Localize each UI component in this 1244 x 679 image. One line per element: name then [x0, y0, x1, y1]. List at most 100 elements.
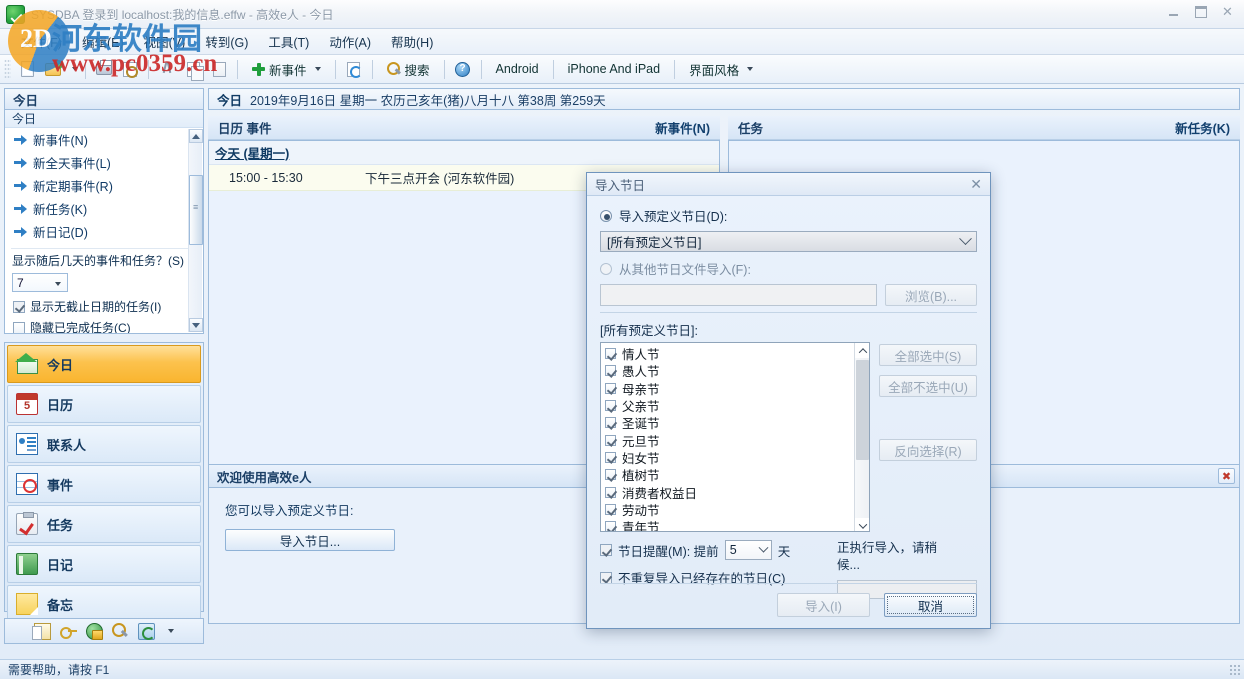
import-button[interactable]: 导入(I) [777, 593, 870, 617]
scroll-down-button[interactable] [855, 518, 870, 532]
print-preview-icon[interactable] [118, 58, 142, 81]
print-icon[interactable] [92, 58, 116, 81]
maximize-button[interactable] [1188, 2, 1213, 22]
reminder-option-row: 节日提醒(M): 提前 5 天 [600, 540, 825, 560]
link-new-task[interactable]: 新任务(K) [5, 197, 203, 220]
skin-button[interactable]: 界面风格 [680, 58, 762, 81]
help-icon[interactable]: ? [451, 58, 475, 81]
close-icon[interactable]: ✕ [970, 176, 982, 193]
link-new-recurring-event[interactable]: 新定期事件(R) [5, 174, 203, 197]
sidebar-item-tasks[interactable]: 任务 [7, 505, 201, 543]
sidebar-item-diary[interactable]: 日记 [7, 545, 201, 583]
link-new-event[interactable]: 新事件(N) [5, 128, 203, 151]
new-event-button[interactable]: 新事件 [243, 58, 330, 81]
close-button[interactable]: ✕ [1215, 2, 1240, 22]
scroll-thumb[interactable] [856, 360, 869, 460]
sidebar-item-contacts[interactable]: 联系人 [7, 425, 201, 463]
link-new-allday-event[interactable]: 新全天事件(L) [5, 151, 203, 174]
cut-icon[interactable] [155, 58, 179, 81]
list-item-label: 青年节 [622, 517, 660, 532]
browse-button[interactable]: 浏览(B)... [885, 284, 977, 306]
file-path-input[interactable] [600, 284, 877, 306]
combo-value: [所有预定义节日] [607, 232, 701, 251]
scroll-thumb[interactable] [189, 175, 203, 245]
android-button[interactable]: Android [487, 58, 548, 81]
checkbox-show-no-due-date[interactable]: 显示无截止日期的任务(I) [5, 296, 203, 317]
days-value: 7 [17, 276, 24, 290]
list-item[interactable]: 圣诞节 [605, 414, 854, 431]
menu-goto[interactable]: 转到(G) [196, 29, 257, 54]
list-item[interactable]: 青年节 [605, 518, 854, 532]
scroll-up-button[interactable] [189, 129, 203, 143]
selection-buttons: 全部选中(S) 全部不选中(U) 反向选择(R) [879, 342, 977, 532]
link-new-diary[interactable]: 新日记(D) [5, 220, 203, 243]
open-dropdown-icon[interactable] [67, 58, 79, 81]
iphone-ipad-button[interactable]: iPhone And iPad [559, 58, 669, 81]
list-item[interactable]: 愚人节 [605, 362, 854, 379]
checkbox-hide-completed[interactable]: 隐藏已完成任务(C) [5, 317, 203, 334]
new-task-link[interactable]: 新任务(K) [1175, 118, 1230, 137]
application-window: SYSDBA 登录到 localhost:我的信息.effw - 高效e人 - … [0, 0, 1244, 679]
list-item[interactable]: 元旦节 [605, 431, 854, 448]
invert-selection-button[interactable]: 反向选择(R) [879, 439, 977, 461]
close-icon[interactable]: ✖ [1218, 468, 1235, 484]
scroll-down-button[interactable] [189, 318, 203, 332]
today-panel-scrollbar[interactable] [188, 129, 202, 332]
menu-tools[interactable]: 工具(T) [259, 29, 318, 54]
list-item[interactable]: 父亲节 [605, 397, 854, 414]
new-event-link[interactable]: 新事件(N) [655, 118, 710, 137]
radio-import-from-file[interactable]: 从其他节日文件导入(F): [600, 259, 977, 278]
menu-help[interactable]: 帮助(H) [382, 29, 442, 54]
menu-actions[interactable]: 动作(A) [320, 29, 380, 54]
list-item[interactable]: 妇女节 [605, 449, 854, 466]
list-item[interactable]: 消费者权益日 [605, 483, 854, 500]
clipboard-icon[interactable] [34, 623, 51, 640]
resize-grip[interactable] [1229, 664, 1241, 676]
open-folder-icon[interactable] [41, 58, 65, 81]
key-icon[interactable] [60, 623, 77, 640]
sidebar-item-calendar[interactable]: 日历 [7, 385, 201, 423]
list-item[interactable]: 劳动节 [605, 501, 854, 518]
import-holidays-button[interactable]: 导入节日... [225, 529, 395, 551]
refresh-icon[interactable] [342, 58, 366, 81]
sidebar-item-today[interactable]: 今日 [7, 345, 201, 383]
minimize-button[interactable] [1161, 2, 1186, 22]
checkbox-box [13, 322, 25, 334]
copy-icon[interactable] [181, 58, 205, 81]
sync-icon[interactable] [138, 623, 155, 640]
chevron-down-icon[interactable] [168, 629, 174, 633]
new-document-icon[interactable] [15, 58, 39, 81]
magnifier-icon[interactable] [112, 623, 129, 640]
radio-import-predefined[interactable]: 导入预定义节日(D): [600, 206, 977, 225]
scroll-up-button[interactable] [855, 343, 870, 358]
list-item[interactable]: 母亲节 [605, 380, 854, 397]
list-item[interactable]: 植树节 [605, 466, 854, 483]
toolbar-divider [553, 60, 554, 79]
date-bar-text: 2019年9月16日 星期一 农历己亥年(猪)八月十八 第38周 第259天 [250, 90, 606, 109]
holiday-list-scrollbar[interactable] [854, 343, 869, 532]
link-label: 新全天事件(L) [33, 153, 111, 172]
days-select[interactable]: 7 [12, 273, 68, 292]
search-button[interactable]: 搜索 [378, 58, 439, 81]
select-all-button[interactable]: 全部选中(S) [879, 344, 977, 366]
menu-file[interactable]: 文件(F) [12, 29, 71, 54]
sidebar-item-events[interactable]: 事件 [7, 465, 201, 503]
list-item[interactable]: 情人节 [605, 345, 854, 362]
menu-edit[interactable]: 编辑(E) [73, 29, 133, 54]
toolbar-grip[interactable] [4, 59, 11, 79]
radio-button [600, 263, 612, 275]
cancel-button[interactable]: 取消 [884, 593, 977, 617]
menu-view[interactable]: 视图(V) [135, 29, 195, 54]
checkbox-box[interactable] [600, 544, 612, 556]
globe-lock-icon[interactable] [86, 623, 103, 640]
date-bar: 今日 2019年9月16日 星期一 农历己亥年(猪)八月十八 第38周 第259… [208, 88, 1240, 110]
deselect-all-button[interactable]: 全部不选中(U) [879, 375, 977, 397]
holiday-listbox[interactable]: 情人节 愚人节 母亲节 父亲节 [600, 342, 870, 532]
task-pane-header: 任务 新任务(K) [728, 116, 1240, 140]
predefined-holidays-combo[interactable]: [所有预定义节日] [600, 231, 977, 252]
paste-icon[interactable] [207, 58, 231, 81]
reminder-days-spinner[interactable]: 5 [725, 540, 772, 560]
checkbox-box [605, 417, 616, 428]
window-title: SYSDBA 登录到 localhost:我的信息.effw - 高效e人 - … [31, 6, 334, 23]
task-icon [16, 513, 38, 535]
